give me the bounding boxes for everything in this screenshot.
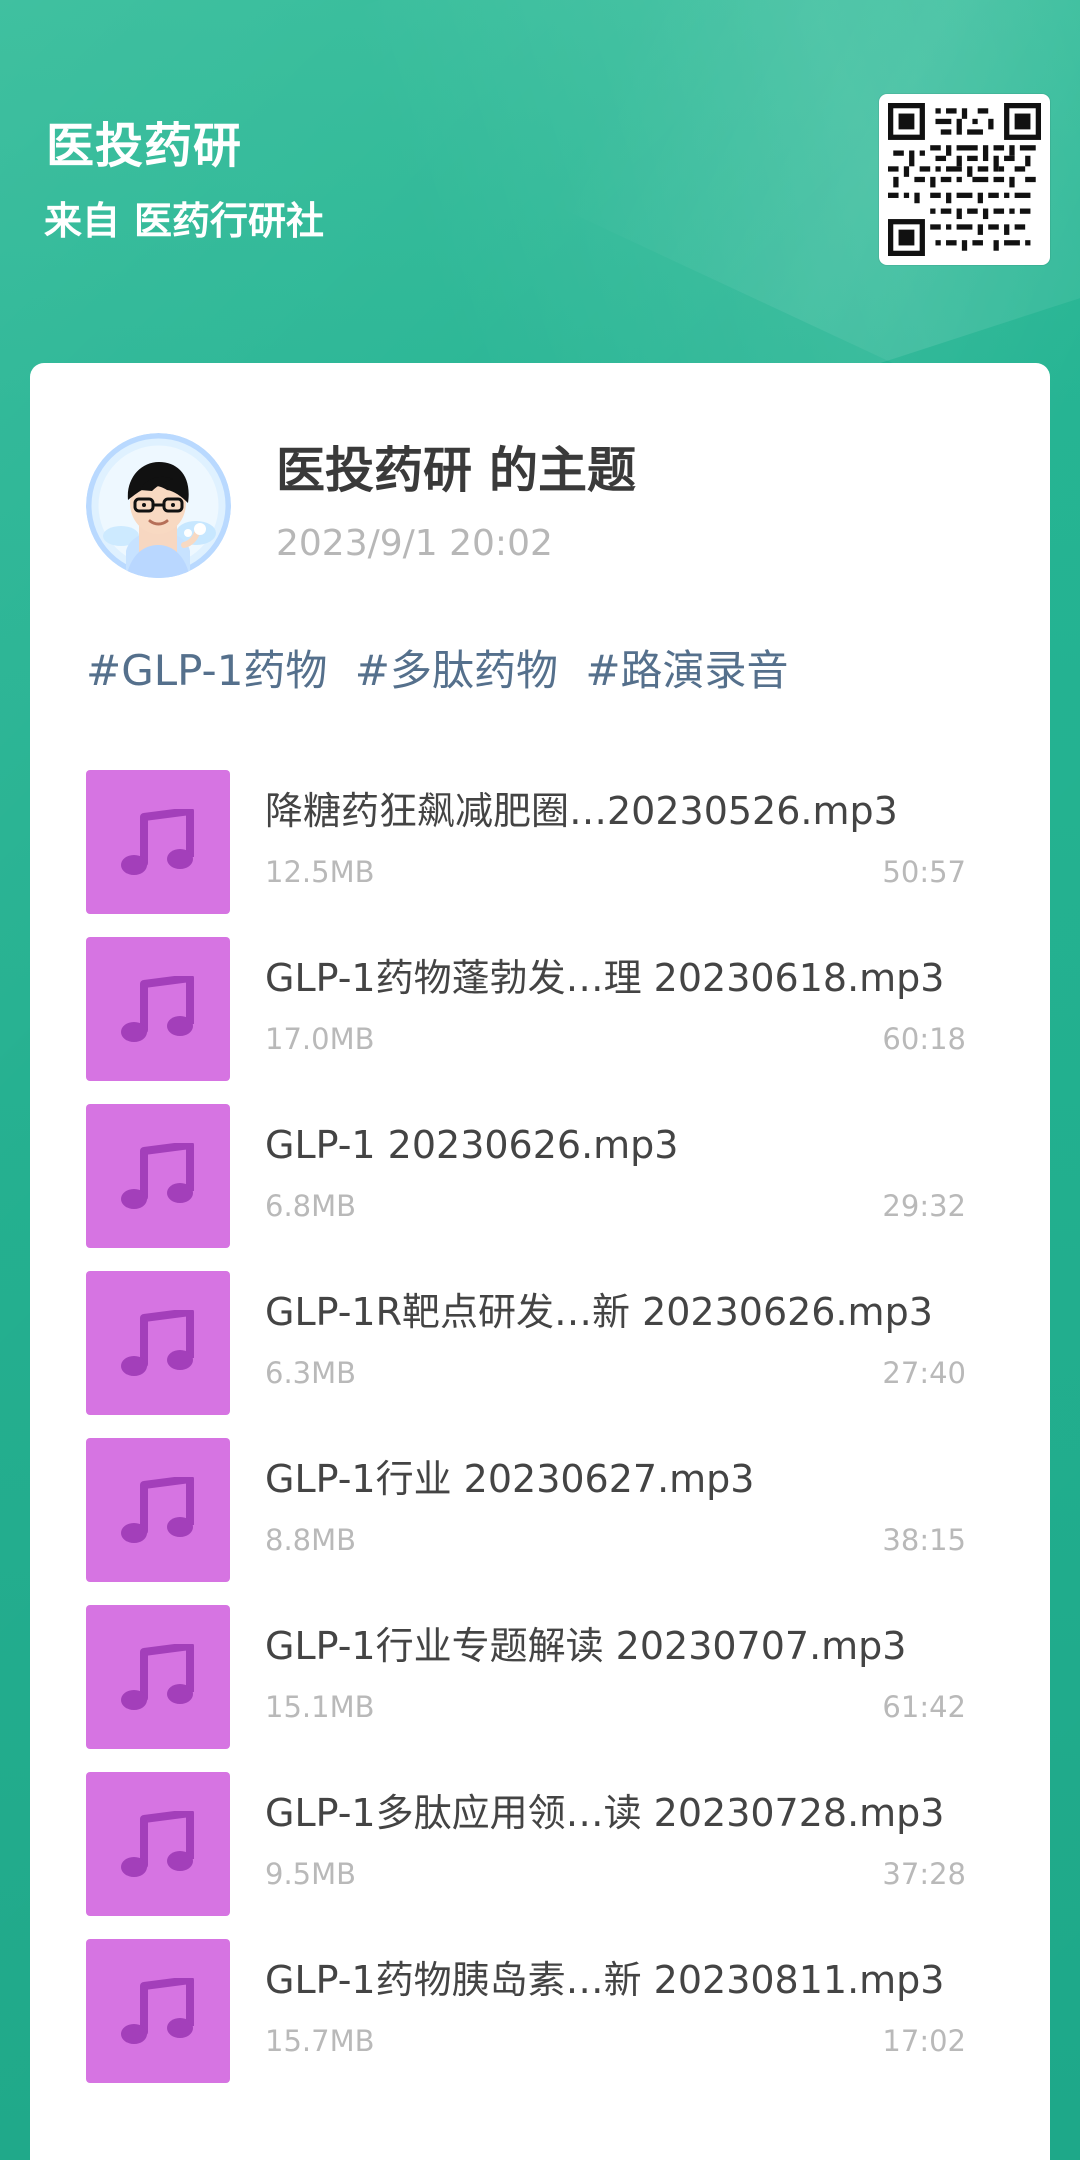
audio-file-item[interactable]: GLP-1行业 20230627.mp3 8.8MB 38:15 [86,1438,966,1605]
audio-file-item[interactable]: GLP-1药物蓬勃发…理 20230618.mp3 17.0MB 60:18 [86,937,966,1104]
source-prefix: 来自 [44,199,121,243]
audio-file-thumbnail [86,1772,230,1916]
audio-file-size: 15.7MB [265,2024,375,2058]
avatar-icon [86,433,231,578]
tag-glp1-drug[interactable]: #GLP-1药物 [86,645,327,697]
topic-title: 医投药研 的主题 [276,442,637,499]
tag-roadshow-recording[interactable]: #路演录音 [585,645,788,697]
avatar[interactable] [86,433,231,578]
audio-file-duration: 27:40 [882,1356,966,1390]
audio-file-duration: 29:32 [882,1189,966,1223]
audio-file-thumbnail [86,770,230,914]
audio-file-name: GLP-1药物胰岛素…新 20230811.mp3 [265,1958,945,2002]
audio-file-thumbnail [86,1605,230,1749]
audio-file-size: 15.1MB [265,1690,375,1724]
page-title: 医投药研 [46,118,243,174]
audio-file-item[interactable]: GLP-1药物胰岛素…新 20230811.mp3 15.7MB 17:02 [86,1939,966,2106]
music-note-icon [121,809,194,875]
music-note-icon [121,1143,194,1209]
audio-file-item[interactable]: GLP-1 20230626.mp3 6.8MB 29:32 [86,1104,966,1271]
audio-file-list: 降糖药狂飙减肥圈…20230526.mp3 12.5MB 50:57 GLP-1… [86,770,966,2106]
audio-file-item[interactable]: GLP-1R靶点研发…新 20230626.mp3 6.3MB 27:40 [86,1271,966,1438]
audio-file-size: 6.8MB [265,1189,357,1223]
source-name: 医药行研社 [134,199,325,243]
music-note-icon [121,1644,194,1710]
audio-file-name: GLP-1药物蓬勃发…理 20230618.mp3 [265,956,945,1000]
audio-file-duration: 37:28 [882,1857,966,1891]
audio-file-size: 12.5MB [265,855,375,889]
audio-file-name: GLP-1行业 20230627.mp3 [265,1457,755,1501]
audio-file-size: 8.8MB [265,1523,357,1557]
audio-file-size: 17.0MB [265,1022,375,1056]
audio-file-thumbnail [86,1104,230,1248]
audio-file-name: GLP-1多肽应用领…读 20230728.mp3 [265,1791,945,1835]
tag-list: #GLP-1药物 #多肽药物 #路演录音 [86,645,803,697]
audio-file-thumbnail [86,1271,230,1415]
audio-file-duration: 17:02 [882,2024,966,2058]
audio-file-name: 降糖药狂飙减肥圈…20230526.mp3 [265,789,898,833]
audio-file-duration: 60:18 [882,1022,966,1056]
audio-file-name: GLP-1行业专题解读 20230707.mp3 [265,1624,907,1668]
qr-code-card [879,94,1050,265]
tag-peptide-drug[interactable]: #多肽药物 [355,645,558,697]
audio-file-item[interactable]: GLP-1多肽应用领…读 20230728.mp3 9.5MB 37:28 [86,1772,966,1939]
audio-file-item[interactable]: GLP-1行业专题解读 20230707.mp3 15.1MB 61:42 [86,1605,966,1772]
music-note-icon [121,1477,194,1543]
audio-file-thumbnail [86,937,230,1081]
music-note-icon [121,1978,194,2044]
audio-file-size: 9.5MB [265,1857,357,1891]
audio-file-duration: 38:15 [882,1523,966,1557]
shared-topic-page: 医投药研 来自 医药行研社 医投药研 的主题 2023/9/1 20:02 #G… [0,0,1080,2160]
music-note-icon [121,1310,194,1376]
music-note-icon [121,976,194,1042]
topic-date: 2023/9/1 20:02 [276,523,553,564]
audio-file-size: 6.3MB [265,1356,357,1390]
music-note-icon [121,1811,194,1877]
audio-file-duration: 61:42 [882,1690,966,1724]
audio-file-thumbnail [86,1438,230,1582]
audio-file-name: GLP-1R靶点研发…新 20230626.mp3 [265,1290,933,1334]
source-line: 来自 医药行研社 [44,198,324,244]
audio-file-thumbnail [86,1939,230,2083]
qr-code-icon [888,103,1041,256]
audio-file-name: GLP-1 20230626.mp3 [265,1123,679,1167]
audio-file-duration: 50:57 [882,855,966,889]
audio-file-item[interactable]: 降糖药狂飙减肥圈…20230526.mp3 12.5MB 50:57 [86,770,966,937]
